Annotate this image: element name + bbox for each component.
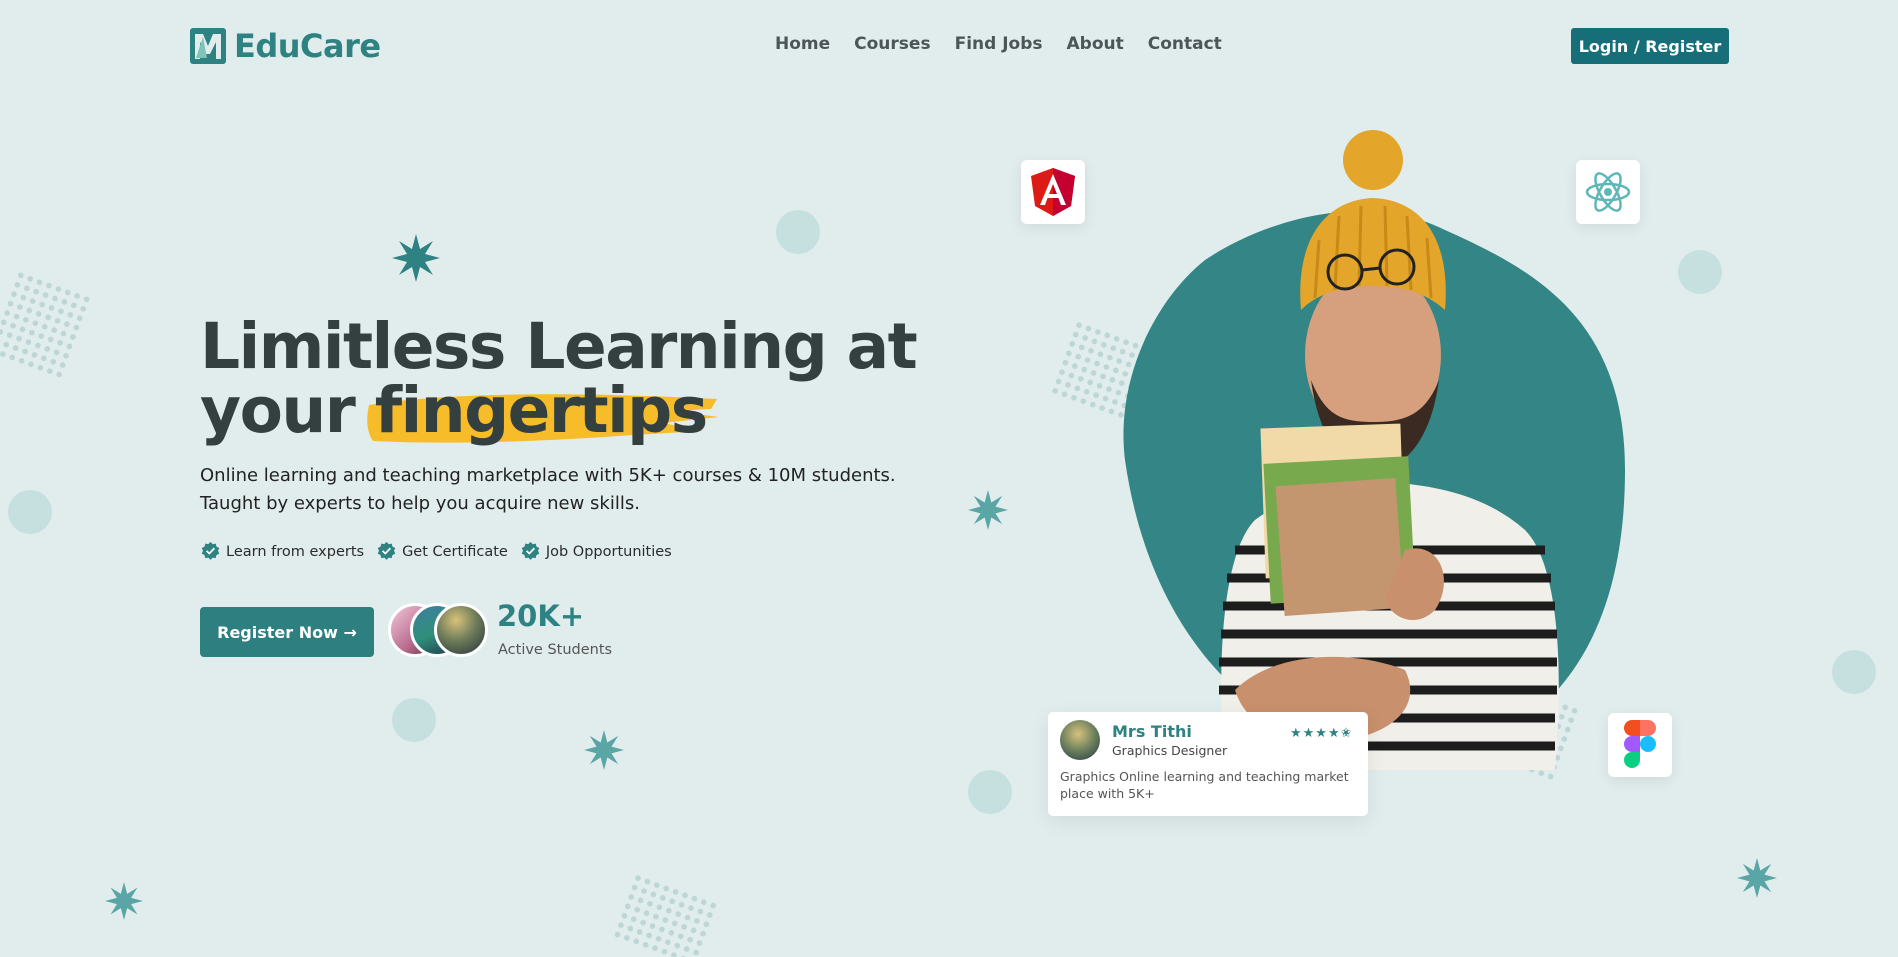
active-students-count: 20K+ <box>497 599 585 633</box>
reviewer-role: Graphics Designer <box>1112 743 1228 758</box>
react-icon <box>1585 172 1631 212</box>
verified-check-icon <box>377 541 396 560</box>
star-decor <box>1737 858 1777 898</box>
hero-title-highlight: fingertips <box>374 374 709 447</box>
react-card <box>1576 160 1640 224</box>
brand-name: EduCare <box>234 27 381 65</box>
login-register-button[interactable]: Login / Register <box>1571 28 1729 64</box>
decor-circle <box>1832 650 1876 694</box>
hero-subtitle-line1: Online learning and teaching marketplace… <box>200 465 896 486</box>
decor-circle <box>8 490 52 534</box>
angular-card <box>1021 160 1085 224</box>
nav-home[interactable]: Home <box>775 34 830 54</box>
figma-card <box>1608 713 1672 777</box>
decor-circle <box>392 698 436 742</box>
reviewer-name: Mrs Tithi <box>1112 722 1192 741</box>
decor-circle <box>776 210 820 254</box>
decor-circle <box>1678 250 1722 294</box>
nav-find-jobs[interactable]: Find Jobs <box>955 34 1043 54</box>
site-header: EduCare Home Courses Find Jobs About Con… <box>0 0 1898 90</box>
hero-title-line1: Limitless Learning at <box>200 310 918 383</box>
verified-check-icon <box>201 541 220 560</box>
star-decor <box>968 490 1008 530</box>
verified-check-icon <box>521 541 540 560</box>
figma-icon <box>1624 720 1656 768</box>
nav-contact[interactable]: Contact <box>1148 34 1222 54</box>
register-now-button[interactable]: Register Now → <box>200 607 374 657</box>
logo-icon <box>190 28 226 64</box>
feature-label: Job Opportunities <box>545 543 672 560</box>
review-text: Graphics Online learning and teaching ma… <box>1060 769 1349 801</box>
feature-list: Learn from experts Get Certificate Job O… <box>200 541 672 562</box>
hero-person-illustration <box>1123 130 1625 770</box>
star-decor <box>105 882 143 920</box>
nav-about[interactable]: About <box>1067 34 1124 54</box>
star-decor <box>584 730 624 770</box>
brand-logo[interactable]: EduCare <box>190 27 381 65</box>
feature-item: Get Certificate <box>376 541 508 562</box>
nav-courses[interactable]: Courses <box>854 34 930 54</box>
hero-title-plain: your <box>200 374 356 447</box>
avatar <box>434 603 488 657</box>
decor-circle <box>968 770 1012 814</box>
feature-label: Get Certificate <box>402 543 508 560</box>
main-nav: Home Courses Find Jobs About Contact <box>775 34 1222 54</box>
feature-item: Job Opportunities <box>520 541 672 562</box>
dot-pattern <box>610 871 720 957</box>
rating-stars: ★★★★✬ <box>1290 726 1353 741</box>
feature-label: Learn from experts <box>226 543 365 560</box>
active-students-label: Active Students <box>498 642 613 658</box>
hero-title: Limitless Learning at your fingertips <box>200 315 960 443</box>
testimonial-card: Mrs Tithi Graphics Designer ★★★★✬ Graphi… <box>1048 712 1368 816</box>
reviewer-avatar <box>1060 720 1100 760</box>
dot-pattern <box>0 269 93 381</box>
angular-icon <box>1031 168 1075 216</box>
hero-subtitle: Online learning and teaching marketplace… <box>200 462 920 518</box>
feature-item: Learn from experts <box>200 541 364 562</box>
star-decor <box>392 234 440 282</box>
student-avatars <box>388 603 490 659</box>
hero-subtitle-line2: Taught by experts to help you acquire ne… <box>200 493 640 514</box>
highlight-wrap: fingertips <box>366 379 719 443</box>
